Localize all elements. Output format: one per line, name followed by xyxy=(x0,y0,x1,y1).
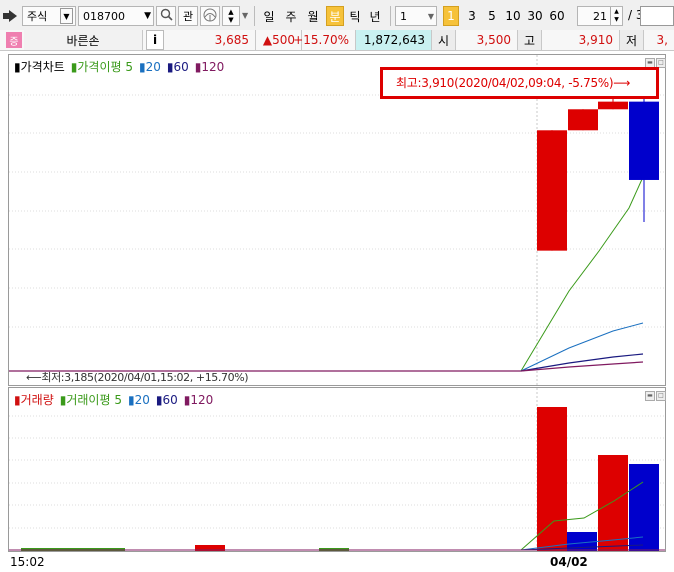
candle-body xyxy=(629,101,659,180)
separator xyxy=(390,6,391,26)
low-annotation: ⟵최저:3,185(2020/04/01,15:02, +15.70%) xyxy=(26,371,249,384)
count-stepper[interactable]: 21 ▲ ▼ xyxy=(577,6,623,26)
period-minute[interactable]: 분 xyxy=(326,6,344,26)
interval-value: 1 xyxy=(400,9,407,23)
chevron-up-icon: ▲ xyxy=(228,8,234,16)
stepper-arrows-icon[interactable]: ▲ ▼ xyxy=(610,7,622,25)
interval-select[interactable]: 1 ▼ xyxy=(395,6,437,26)
market-select-value: 주식 xyxy=(27,10,48,23)
candle-body xyxy=(598,101,628,110)
open-value: 3,500 xyxy=(456,30,518,50)
volume-value: 1,872,643 xyxy=(356,30,432,50)
minute-option-30[interactable]: 30 xyxy=(525,6,545,26)
chevron-down-icon: ▼ xyxy=(427,11,434,21)
ma120-line xyxy=(520,361,644,372)
high-label: 고 xyxy=(518,30,542,50)
time-axis-start: 15:02 xyxy=(10,555,45,569)
candle-body xyxy=(568,109,598,131)
code-input[interactable]: 018700 ▼ xyxy=(78,6,154,26)
spin-updown-button[interactable]: ▲ ▼ xyxy=(222,6,240,26)
chevron-down-icon[interactable]: ▼ xyxy=(144,11,151,21)
volume-bar xyxy=(598,455,628,551)
stock-name-dropdown[interactable] xyxy=(128,38,143,46)
search-icon xyxy=(160,8,173,24)
watchlist-label: 관 xyxy=(182,10,194,23)
minute-option-1[interactable]: 1 xyxy=(443,6,459,26)
search-button[interactable] xyxy=(156,6,176,26)
candle-body xyxy=(537,130,567,251)
current-price: 3,685 xyxy=(168,30,256,50)
code-input-value: 018700 xyxy=(83,9,125,23)
total-field-box[interactable] xyxy=(640,6,674,26)
open-label: 시 xyxy=(432,30,456,50)
price-chart-svg xyxy=(9,55,665,385)
high-value: 3,910 xyxy=(542,30,620,50)
count-value: 21 xyxy=(593,9,607,23)
low-label: 저 xyxy=(620,30,644,50)
stock-name: 바른손 xyxy=(24,30,143,50)
low-value: 3, xyxy=(656,33,668,47)
candle-layer xyxy=(537,94,659,251)
high-annotation: 최고:3,910(2020/04/02,09:04, -5.75%)⟶ xyxy=(396,76,631,90)
watchlist-button[interactable]: 관 xyxy=(178,6,198,26)
radar-icon xyxy=(203,8,217,25)
stock-status-badge: 증 xyxy=(6,32,22,48)
dropdown-arrow-icon[interactable]: ▼ xyxy=(242,11,248,20)
chevron-down-icon: ▼ xyxy=(60,8,73,24)
price-change-pct: +15.70% xyxy=(293,30,356,50)
chevron-down-icon: ▼ xyxy=(228,16,234,24)
volume-chart-svg xyxy=(9,388,665,551)
period-tick[interactable]: 틱 xyxy=(346,6,364,26)
menu-arrow-icon[interactable] xyxy=(3,9,19,23)
period-year[interactable]: 년 xyxy=(366,6,384,26)
minute-option-3[interactable]: 3 xyxy=(463,6,481,26)
volume-bar xyxy=(537,407,567,551)
radar-button[interactable] xyxy=(200,6,220,26)
minute-option-5[interactable]: 5 xyxy=(483,6,501,26)
period-week[interactable]: 주 xyxy=(282,6,300,26)
period-month[interactable]: 월 xyxy=(304,6,322,26)
separator xyxy=(254,6,255,26)
minute-option-10[interactable]: 10 xyxy=(503,6,523,26)
period-day[interactable]: 일 xyxy=(260,6,278,26)
minute-option-60[interactable]: 60 xyxy=(547,6,567,26)
time-axis-date: 04/02 xyxy=(550,555,588,569)
market-select[interactable]: 주식 ▼ xyxy=(22,6,76,26)
info-button[interactable]: i xyxy=(146,30,164,50)
